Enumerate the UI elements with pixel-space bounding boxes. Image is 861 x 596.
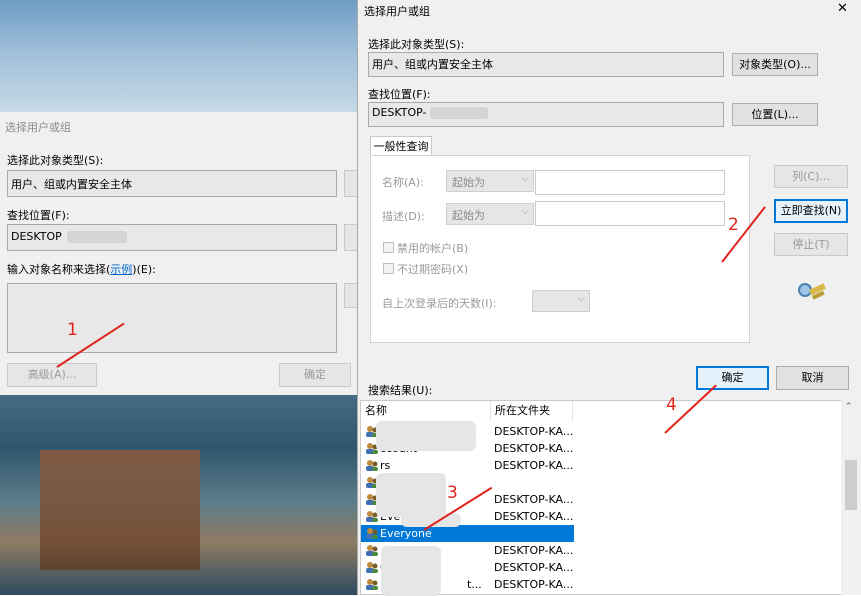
back-location-label: 查找位置(F): xyxy=(7,209,70,222)
columns-button[interactable]: 列(C)... xyxy=(774,165,848,188)
name-label: 名称(A): xyxy=(382,176,424,189)
common-queries-panel: 名称(A): 起始为 ⌵ 描述(D): 起始为 ⌵ 禁用的帐户(B) 不过期密码(X… xyxy=(370,155,750,343)
result-folder: DESKTOP-KA... xyxy=(494,459,574,472)
chevron-down-icon: ⌵ xyxy=(521,206,529,217)
redacted-block xyxy=(376,473,446,517)
name-input[interactable] xyxy=(535,170,725,195)
back-object-types-button[interactable] xyxy=(344,170,358,197)
advanced-button[interactable]: 高级(A)... xyxy=(7,363,97,387)
back-dialog-title: 选择用户或组 xyxy=(5,121,71,134)
search-results-list[interactable]: 名称 所在文件夹 r...DESKTOP-KA...ccountDESKTOP-… xyxy=(360,400,844,596)
result-folder: DESKTOP-KA... xyxy=(494,493,574,506)
back-locations-button[interactable] xyxy=(344,224,358,251)
back-check-names-button[interactable] xyxy=(344,283,358,308)
scrollbar-thumb[interactable] xyxy=(845,460,857,510)
back-names-textarea[interactable] xyxy=(7,283,337,353)
result-folder: DESKTOP-KA... xyxy=(494,510,574,523)
user-group-icon xyxy=(366,579,378,590)
days-since-logon-label: 自上次登录后的天数(I): xyxy=(382,297,497,310)
disabled-accounts-label: 禁用的帐户(B) xyxy=(397,242,469,255)
column-header-name[interactable]: 名称 xyxy=(361,401,491,421)
user-group-icon xyxy=(366,562,378,573)
annotation-number-4: 4 xyxy=(666,395,677,415)
result-folder: DESKTOP-KA... xyxy=(494,442,574,455)
desc-match-value: 起始为 xyxy=(452,209,485,222)
stop-button[interactable]: 停止(T) xyxy=(774,233,848,256)
redacted-block xyxy=(381,546,441,596)
find-now-button[interactable]: 立即查找(N) xyxy=(774,199,848,223)
back-ok-button[interactable]: 确定 xyxy=(279,363,351,387)
front-dialog-title: 选择用户或组 xyxy=(364,5,430,18)
name-match-value: 起始为 xyxy=(452,176,485,189)
back-object-type-label: 选择此对象类型(S): xyxy=(7,154,104,167)
result-folder: DESKTOP-KA... xyxy=(494,425,574,438)
back-location-field: DESKTOP xyxy=(7,224,337,251)
list-item[interactable]: Everyone xyxy=(361,525,574,542)
chevron-down-icon: ⌵ xyxy=(521,173,529,184)
search-results-label: 搜索结果(U): xyxy=(368,384,433,397)
redacted-block xyxy=(376,421,476,451)
enter-names-suffix: )(E): xyxy=(132,263,156,276)
result-folder: DESKTOP-KA... xyxy=(494,561,574,574)
enter-names-prefix: 输入对象名称来选择( xyxy=(7,263,111,276)
result-folder: DESKTOP-KA... xyxy=(494,544,574,557)
user-group-icon xyxy=(366,460,378,471)
annotation-number-3: 3 xyxy=(447,483,458,503)
desc-label: 描述(D): xyxy=(382,210,425,223)
list-item[interactable]: rs DESKTOP-KA... xyxy=(361,457,574,474)
close-icon[interactable]: ✕ xyxy=(837,1,848,16)
back-enter-names-label: 输入对象名称来选择(示例)(E): xyxy=(7,261,156,277)
back-location-value: DESKTOP xyxy=(11,230,62,243)
chevron-down-icon: ⌵ xyxy=(577,293,585,304)
examples-link[interactable]: 示例 xyxy=(110,263,132,276)
column-header-folder[interactable]: 所在文件夹 xyxy=(491,401,573,421)
redacted-block xyxy=(67,231,128,243)
location-label: 查找位置(F): xyxy=(368,88,431,101)
desc-match-combo[interactable]: 起始为 ⌵ xyxy=(446,203,534,225)
result-name-tail: t... xyxy=(467,578,482,591)
location-field: DESKTOP- xyxy=(368,102,724,127)
annotation-number-2: 2 xyxy=(728,215,739,235)
name-match-combo[interactable]: 起始为 ⌵ xyxy=(446,170,534,192)
result-folder: DESKTOP-KA... xyxy=(494,578,574,591)
search-icon xyxy=(798,283,827,300)
object-type-field: 用户、组或内置安全主体 xyxy=(368,52,724,77)
desc-input[interactable] xyxy=(535,201,725,226)
annotation-number-1: 1 xyxy=(67,320,78,340)
object-types-button[interactable]: 对象类型(O)... xyxy=(732,53,818,76)
user-group-icon xyxy=(366,545,378,556)
non-expiring-pwd-checkbox[interactable] xyxy=(383,263,394,274)
disabled-accounts-checkbox[interactable] xyxy=(383,242,394,253)
locations-button[interactable]: 位置(L)... xyxy=(732,103,818,126)
days-combo[interactable]: ⌵ xyxy=(532,290,590,312)
front-dialog: 选择用户或组 ✕ 选择此对象类型(S): 用户、组或内置安全主体 对象类型(O)… xyxy=(357,0,861,596)
scroll-up-icon[interactable]: ⌃ xyxy=(845,402,853,412)
object-type-label: 选择此对象类型(S): xyxy=(368,38,465,51)
back-object-type-field: 用户、组或内置安全主体 xyxy=(7,170,337,197)
wallpaper-cliff xyxy=(40,450,200,570)
tab-common-queries[interactable]: 一般性查询 xyxy=(370,136,432,156)
redacted-block xyxy=(430,107,489,119)
result-name: rs xyxy=(380,459,391,472)
ok-button[interactable]: 确定 xyxy=(696,366,769,390)
cancel-button[interactable]: 取消 xyxy=(776,366,849,390)
location-value: DESKTOP- xyxy=(372,106,427,119)
user-group-icon xyxy=(366,528,378,539)
back-dialog: 选择用户或组 选择此对象类型(S): 用户、组或内置安全主体 查找位置(F): … xyxy=(0,112,358,395)
non-expiring-pwd-label: 不过期密码(X) xyxy=(397,263,469,276)
